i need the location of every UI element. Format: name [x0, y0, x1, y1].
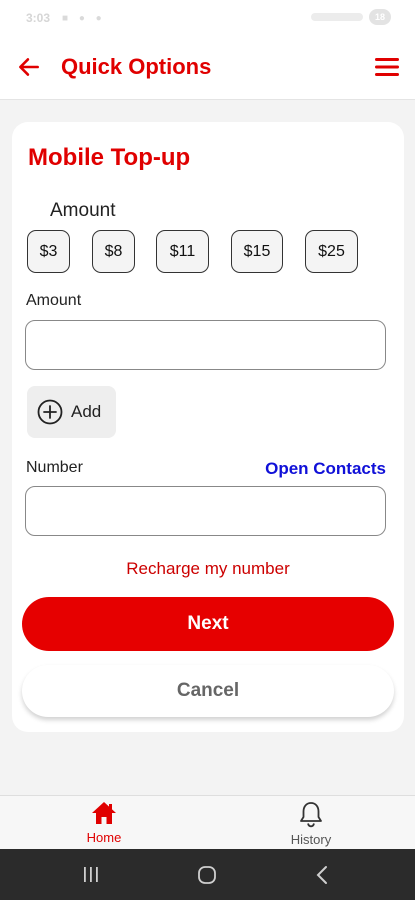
amount-input[interactable]	[25, 320, 386, 370]
home-circle-icon[interactable]	[197, 865, 217, 885]
status-bar: 3:03 ■ ● ● 18	[0, 0, 415, 34]
signal-icon	[311, 13, 363, 21]
recharge-my-number-link[interactable]: Recharge my number	[12, 559, 404, 579]
cancel-button[interactable]: Cancel	[22, 665, 394, 717]
bottom-nav: Home History	[0, 795, 415, 849]
nav-item-history[interactable]: History	[261, 800, 361, 850]
amount-label: Amount	[26, 292, 82, 309]
amount-chip[interactable]: $25	[305, 230, 358, 273]
amount-chip[interactable]: $3	[27, 230, 70, 273]
app-header: Quick Options	[0, 34, 415, 100]
arrow-left-icon[interactable]	[16, 54, 42, 80]
number-label: Number	[26, 459, 83, 476]
status-time: 3:03	[26, 11, 51, 25]
nav-item-home[interactable]: Home	[54, 800, 154, 850]
topup-card: Mobile Top-up Amount $3 $8 $11 $15 $25 A…	[12, 122, 404, 732]
next-button[interactable]: Next	[22, 597, 394, 651]
notification-icons: ■ ● ●	[62, 13, 106, 24]
nav-label-history: History	[290, 832, 332, 847]
home-icon	[92, 802, 116, 824]
back-chevron-icon[interactable]	[315, 865, 329, 885]
status-indicators: 18	[311, 9, 391, 25]
nav-label-home: Home	[86, 830, 122, 845]
page-title: Quick Options	[61, 54, 212, 79]
amount-chip[interactable]: $15	[231, 230, 283, 273]
amount-heading: Amount	[50, 200, 116, 221]
open-contacts-link[interactable]: Open Contacts	[265, 459, 386, 479]
add-button[interactable]: Add	[27, 386, 116, 438]
plus-circle-icon	[37, 399, 63, 425]
battery-icon: 18	[369, 9, 391, 25]
add-label: Add	[71, 402, 102, 421]
bell-icon	[300, 802, 322, 828]
amount-chips: $3 $8 $11 $15 $25	[27, 230, 407, 274]
amount-chip[interactable]: $8	[92, 230, 135, 273]
hamburger-menu-icon[interactable]	[373, 54, 401, 80]
number-input[interactable]	[25, 486, 386, 536]
system-nav-bar	[0, 849, 415, 900]
card-title: Mobile Top-up	[28, 144, 191, 171]
amount-chip[interactable]: $11	[156, 230, 209, 273]
recent-apps-icon[interactable]	[82, 866, 100, 883]
